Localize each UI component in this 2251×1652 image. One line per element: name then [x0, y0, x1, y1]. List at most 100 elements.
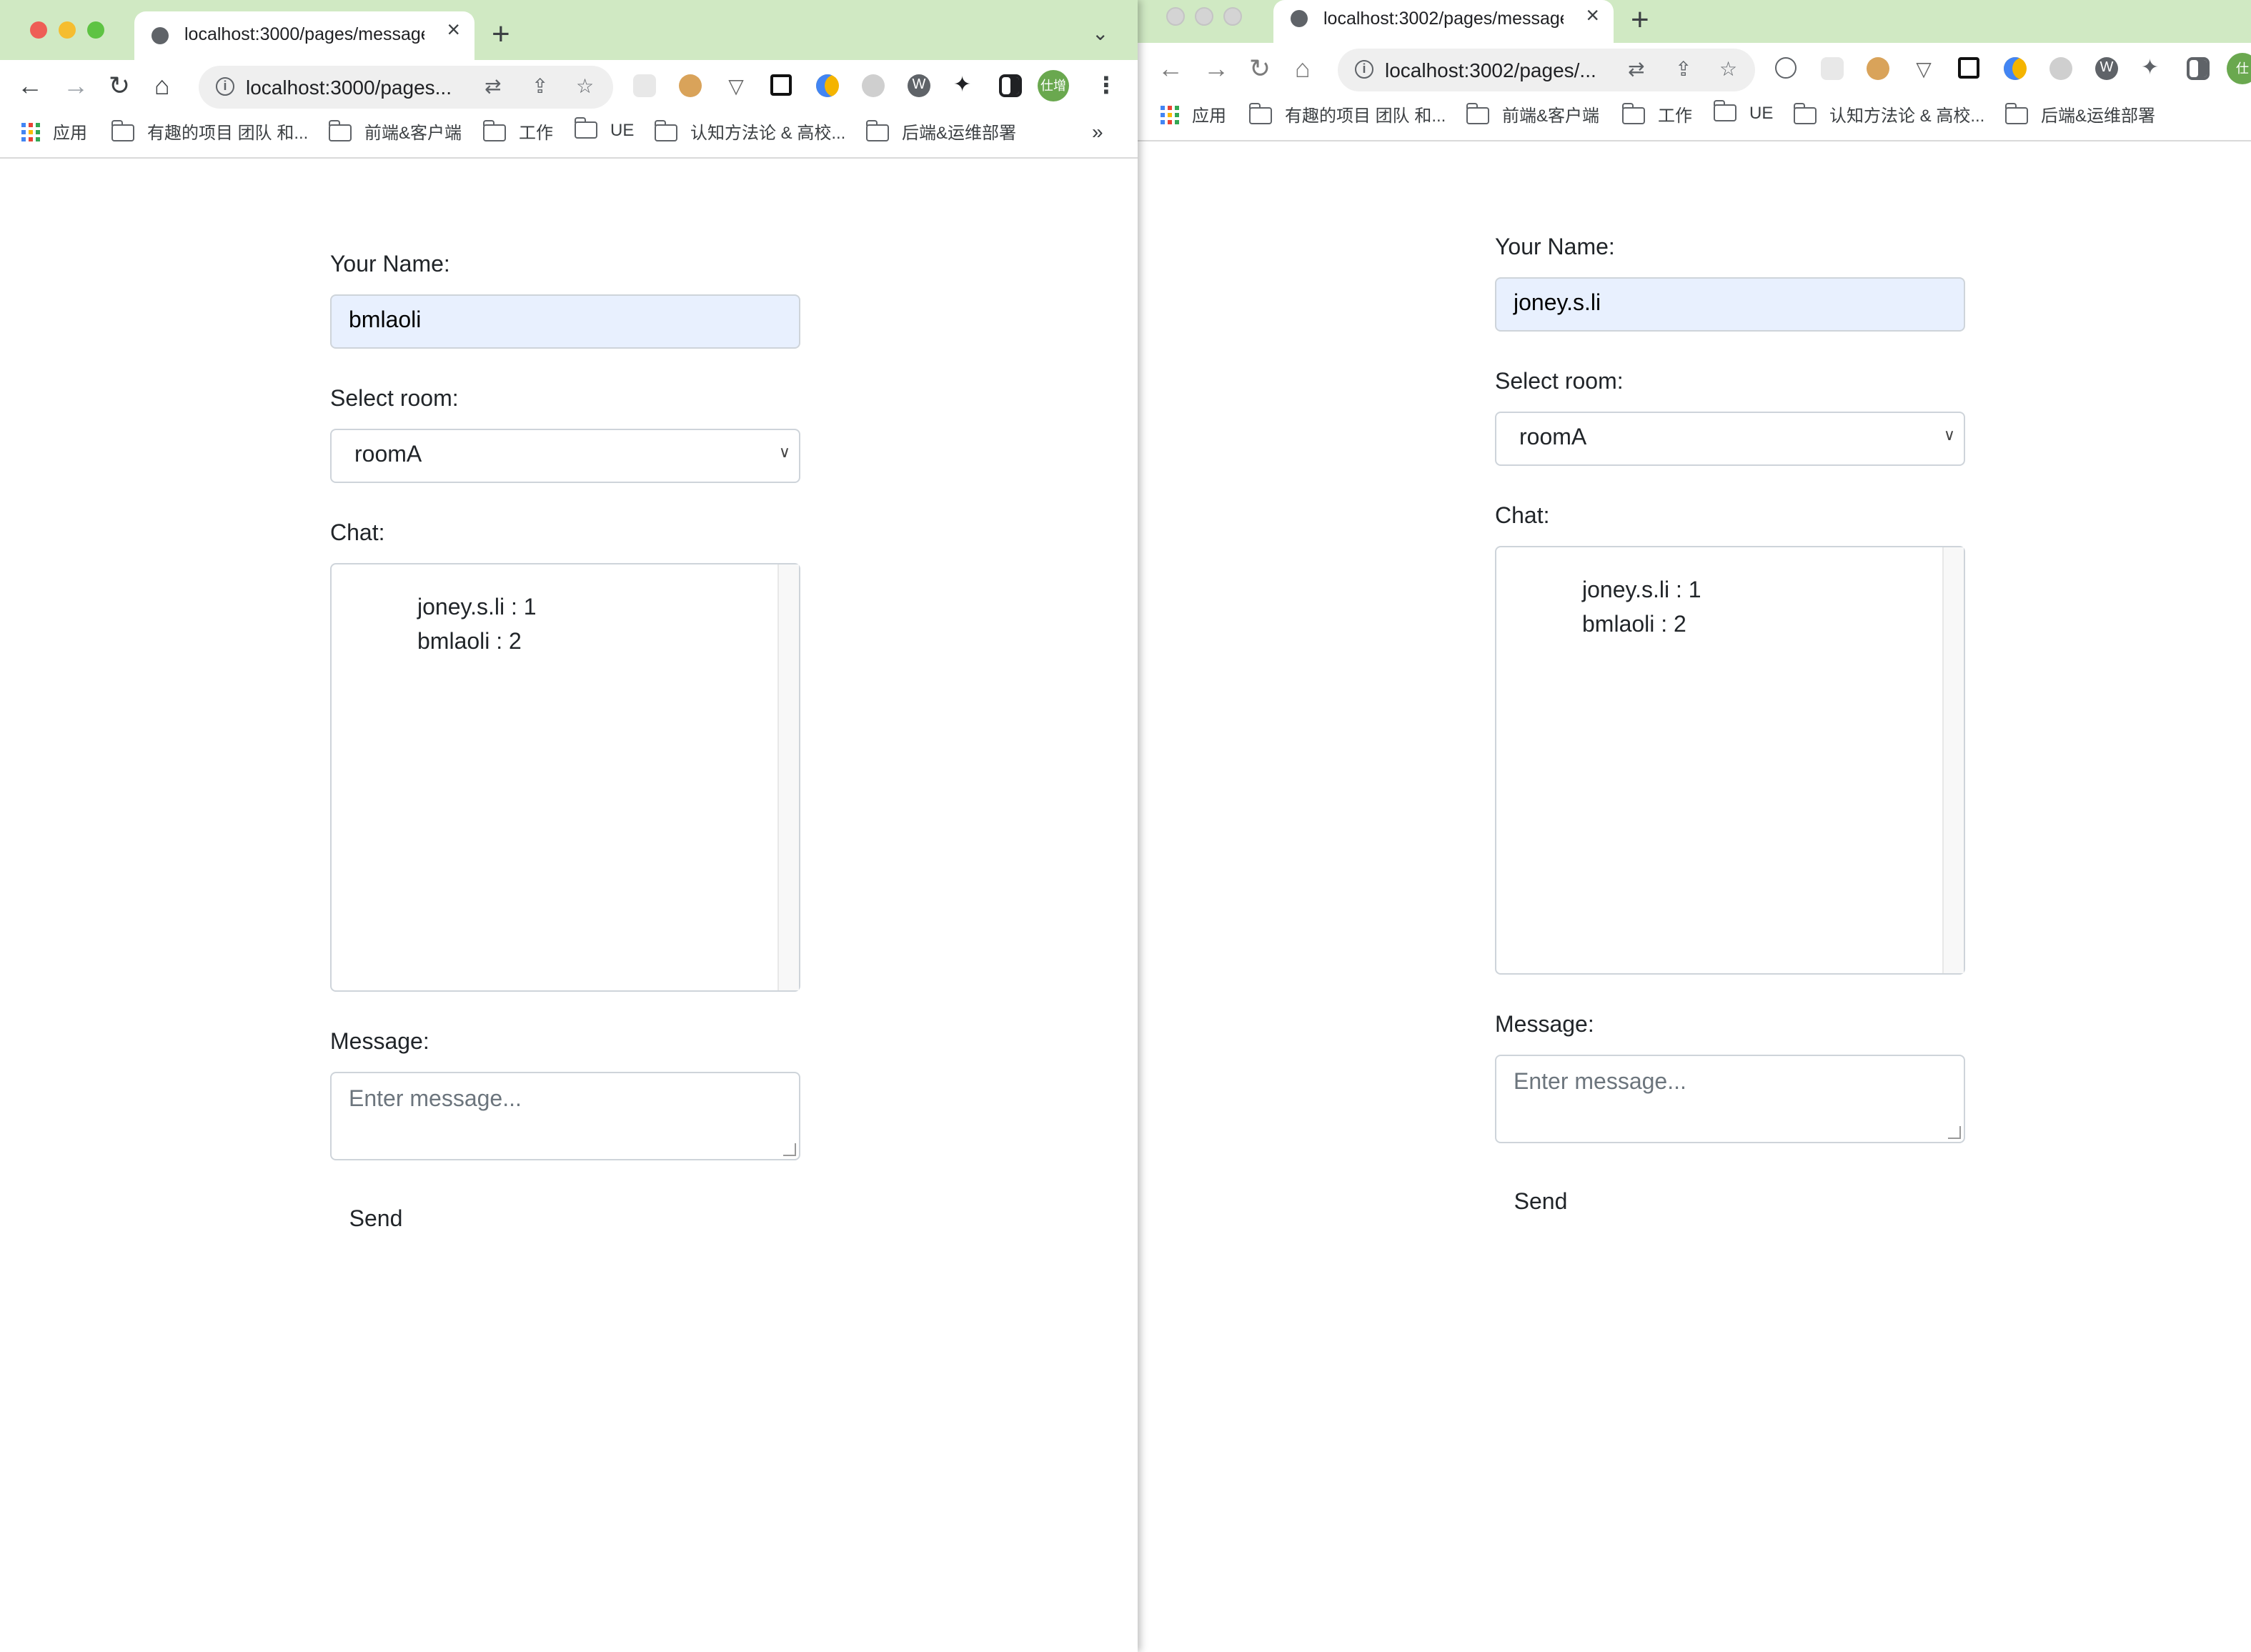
reload-icon[interactable]: ↻: [109, 71, 130, 100]
globe-extension-icon[interactable]: [2049, 57, 2072, 80]
w-extension-icon[interactable]: W: [2095, 57, 2118, 80]
bookmark-label: 后端&运维部署: [902, 123, 1017, 143]
bookmark-label: UE: [1749, 103, 1774, 123]
send-button[interactable]: Send: [1495, 1176, 1586, 1230]
bookmark-star-icon[interactable]: ☆: [576, 74, 594, 99]
browser-toolbar: ← → ↻ ⌂ i localhost:3000/pages... ⇄ ⇪ ☆ …: [0, 60, 1138, 111]
window-close-button[interactable]: [1166, 7, 1185, 26]
extension-grid-icon[interactable]: [1821, 57, 1844, 80]
cookie-extension-icon[interactable]: [1867, 57, 1889, 80]
resize-grip-icon[interactable]: [783, 1143, 796, 1156]
url-text: localhost:3002/pages/...: [1385, 59, 1596, 81]
folder-icon: [1713, 100, 1736, 121]
bookmark-apps[interactable]: 应用: [1161, 103, 1226, 127]
bookmark-folder[interactable]: 工作: [1621, 102, 1692, 127]
apps-grid-icon: [1161, 106, 1179, 124]
side-panel-icon[interactable]: [2187, 57, 2210, 80]
bookmark-folder[interactable]: 有趣的项目 团队 和...: [1248, 102, 1446, 127]
address-bar[interactable]: i localhost:3002/pages/... ⇄ ⇪ ☆: [1338, 49, 1755, 91]
chat-log[interactable]: joney.s.li : 1 bmlaoli : 2: [330, 563, 800, 992]
colorful-extension-icon[interactable]: [2004, 57, 2027, 80]
browser-menu-icon[interactable]: ⋮: [1095, 71, 1118, 100]
puzzle-extensions-icon[interactable]: ✦: [953, 74, 976, 97]
qr-extension-icon[interactable]: [770, 74, 792, 96]
name-input[interactable]: bmlaoli: [330, 294, 800, 349]
bookmark-folder[interactable]: 工作: [482, 119, 553, 144]
message-input[interactable]: Enter message...: [1495, 1055, 1965, 1143]
browser-window-left: localhost:3000/pages/message × + ⌄ ← → ↻…: [0, 0, 1138, 1652]
resize-grip-icon[interactable]: [1948, 1126, 1961, 1139]
bookmarks-bar: 应用 有趣的项目 团队 和... 前端&客户端 工作 UE 认知方法论 & 高校…: [1138, 94, 2251, 141]
folder-icon: [865, 119, 889, 141]
bookmark-folder[interactable]: 认知方法论 & 高校...: [654, 119, 845, 144]
cookie-extension-icon[interactable]: [679, 74, 702, 97]
bookmark-folder[interactable]: 后端&运维部署: [2004, 102, 2155, 127]
puzzle-extensions-icon[interactable]: ✦: [2141, 56, 2164, 80]
qr-extension-icon[interactable]: [1958, 57, 1979, 79]
bookmark-folder[interactable]: UE: [574, 117, 634, 140]
bookmark-folder[interactable]: 有趣的项目 团队 和...: [111, 119, 309, 144]
bookmark-folder[interactable]: 后端&运维部署: [865, 119, 1017, 144]
browser-window-right: localhost:3002/pages/message × + ← → ↻ ⌂…: [1138, 0, 2251, 1652]
home-icon[interactable]: ⌂: [154, 71, 170, 100]
window-minimize-button[interactable]: [1195, 7, 1213, 26]
room-select[interactable]: roomA ∨: [330, 429, 800, 483]
profile-avatar[interactable]: 仕: [2227, 53, 2251, 84]
back-arrow-icon[interactable]: ←: [17, 71, 43, 100]
share-icon[interactable]: ⇪: [1675, 57, 1691, 81]
vue-devtools-icon[interactable]: ▽: [1912, 57, 1935, 80]
translate-icon[interactable]: ⇄: [1628, 57, 1644, 81]
home-icon[interactable]: ⌂: [1295, 54, 1311, 83]
reload-icon[interactable]: ↻: [1249, 54, 1271, 83]
address-bar[interactable]: i localhost:3000/pages... ⇄ ⇪ ☆: [199, 66, 613, 109]
bookmark-label: 应用: [53, 123, 88, 143]
window-minimize-button[interactable]: [59, 21, 76, 39]
code-extension-icon[interactable]: [1775, 57, 1797, 79]
extension-grid-icon[interactable]: [633, 74, 656, 97]
tab-close-icon[interactable]: ×: [447, 19, 460, 44]
more-bookmarks-icon[interactable]: »: [1092, 120, 1103, 143]
window-maximize-button[interactable]: [87, 21, 104, 39]
new-tab-button[interactable]: +: [1631, 4, 1649, 36]
bookmark-folder[interactable]: UE: [1713, 100, 1774, 123]
chat-log[interactable]: joney.s.li : 1 bmlaoli : 2: [1495, 546, 1965, 975]
bookmark-folder[interactable]: 认知方法论 & 高校...: [1793, 102, 1984, 127]
room-label: Select room:: [1495, 370, 1624, 394]
room-label: Select room:: [330, 387, 459, 412]
window-maximize-button[interactable]: [1223, 7, 1242, 26]
chat-label: Chat:: [330, 522, 385, 546]
profile-avatar[interactable]: 仕增: [1038, 70, 1069, 101]
send-button[interactable]: Send: [330, 1193, 422, 1248]
message-input[interactable]: Enter message...: [330, 1072, 800, 1160]
browser-tab[interactable]: localhost:3000/pages/message ×: [134, 11, 474, 60]
translate-icon[interactable]: ⇄: [485, 74, 501, 99]
bookmark-star-icon[interactable]: ☆: [1719, 57, 1737, 81]
new-tab-button[interactable]: +: [492, 18, 510, 50]
w-extension-icon[interactable]: W: [908, 74, 930, 97]
tab-search-chevron-icon[interactable]: ⌄: [1092, 21, 1108, 46]
forward-arrow-icon[interactable]: →: [63, 71, 89, 100]
globe-extension-icon[interactable]: [862, 74, 885, 97]
bookmark-apps[interactable]: 应用: [21, 120, 87, 144]
name-input[interactable]: joney.s.li: [1495, 277, 1965, 332]
bookmark-folder[interactable]: 前端&客户端: [1466, 102, 1599, 127]
vue-devtools-icon[interactable]: ▽: [725, 74, 747, 97]
site-info-icon[interactable]: i: [216, 77, 234, 96]
room-select[interactable]: roomA ∨: [1495, 412, 1965, 466]
browser-tab[interactable]: localhost:3002/pages/message ×: [1273, 0, 1614, 43]
page-content: Your Name: joney.s.li Select room: roomA…: [1138, 141, 2251, 1652]
colorful-extension-icon[interactable]: [816, 74, 839, 97]
name-label: Your Name:: [1495, 236, 1615, 260]
tab-close-icon[interactable]: ×: [1586, 4, 1599, 30]
chat-scrollbar[interactable]: [777, 564, 799, 990]
bookmark-label: 有趣的项目 团队 和...: [147, 123, 309, 143]
share-icon[interactable]: ⇪: [532, 74, 548, 99]
chat-scrollbar[interactable]: [1942, 547, 1964, 973]
forward-arrow-icon[interactable]: →: [1203, 54, 1229, 83]
bookmark-folder[interactable]: 前端&客户端: [328, 119, 462, 144]
side-panel-icon[interactable]: [999, 74, 1022, 97]
back-arrow-icon[interactable]: ←: [1158, 54, 1183, 83]
apps-grid-icon: [21, 123, 40, 141]
window-close-button[interactable]: [30, 21, 47, 39]
site-info-icon[interactable]: i: [1355, 60, 1373, 79]
